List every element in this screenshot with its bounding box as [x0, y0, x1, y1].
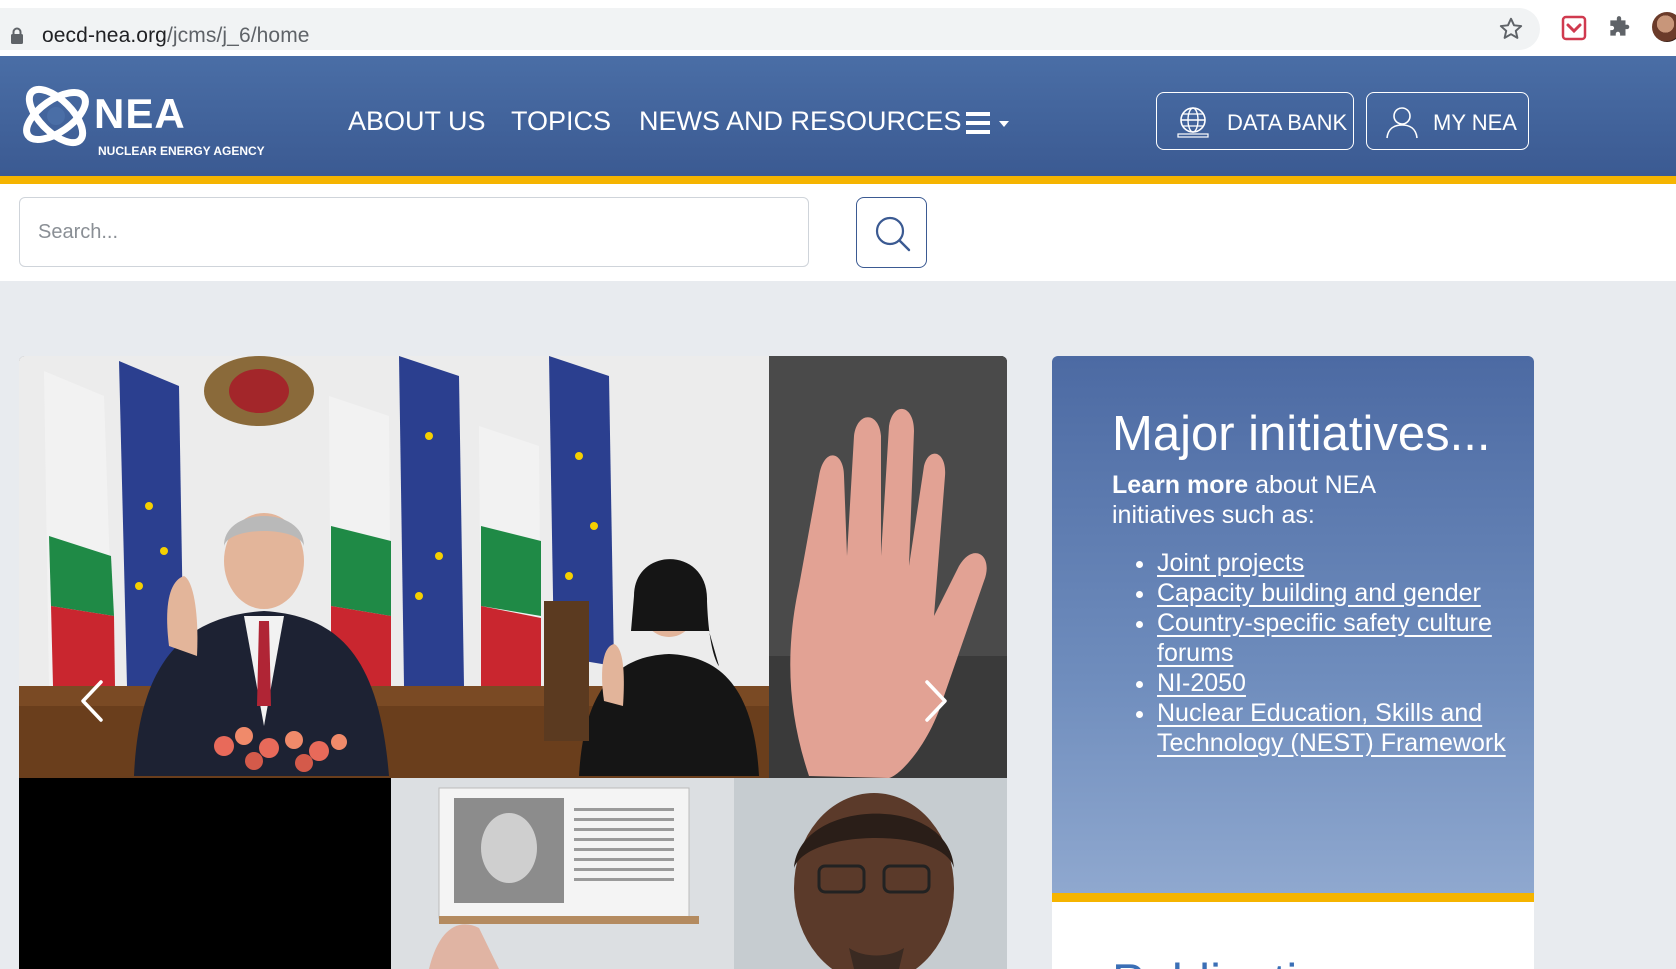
browser-toolbar: oecd-nea.org/jcms/j_6/home	[0, 0, 1676, 57]
major-initiatives-panel: Major initiatives... Learn more about NE…	[1052, 356, 1534, 902]
site-header: NEA NUCLEAR ENERGY AGENCY ABOUT US TOPIC…	[0, 56, 1676, 184]
profile-avatar[interactable]	[1652, 12, 1676, 42]
my-nea-label: MY NEA	[1433, 110, 1517, 135]
nea-logo[interactable]: NEA NUCLEAR ENERGY AGENCY	[18, 78, 265, 158]
nav-news-and-resources[interactable]: NEWS AND RESOURCES	[639, 106, 962, 137]
panel-title: Major initiatives...	[1112, 407, 1491, 461]
search-input[interactable]	[19, 197, 809, 267]
chevron-left-icon[interactable]	[77, 678, 107, 724]
data-bank-label: DATA BANK	[1227, 110, 1348, 135]
nav-about-us[interactable]: ABOUT US	[348, 106, 486, 137]
carousel-photo-meeting	[19, 778, 1007, 969]
carousel-photo-signing-ceremony	[19, 356, 1007, 778]
extensions-puzzle-icon[interactable]	[1606, 15, 1632, 41]
logo-title: NEA	[94, 90, 186, 137]
search-icon	[875, 216, 911, 252]
atom-logo-icon	[23, 85, 89, 147]
initiatives-list: Joint projects Capacity building and gen…	[1112, 548, 1537, 758]
list-item: Country-specific safety culture forums	[1157, 608, 1537, 668]
my-nea-button[interactable]: MY NEA	[1366, 92, 1529, 150]
logo-subtitle: NUCLEAR ENERGY AGENCY	[98, 144, 265, 158]
address-bar[interactable]: oecd-nea.org/jcms/j_6/home	[0, 8, 1540, 50]
link-capacity-building[interactable]: Capacity building and gender	[1157, 579, 1481, 607]
panel-intro: Learn more about NEA initiatives such as…	[1112, 470, 1472, 530]
globe-icon	[1177, 107, 1209, 138]
panel-intro-bold: Learn more	[1112, 471, 1249, 499]
list-item: Capacity building and gender	[1157, 578, 1537, 608]
hero-carousel[interactable]	[19, 356, 1007, 969]
chevron-right-icon[interactable]	[921, 678, 951, 724]
url-path: /jcms/j_6/home	[166, 24, 310, 47]
url-host: oecd-nea.org	[42, 24, 167, 47]
lock-icon	[11, 27, 23, 44]
star-icon[interactable]	[1498, 16, 1524, 42]
link-joint-projects[interactable]: Joint projects	[1157, 549, 1304, 577]
list-item: Joint projects	[1157, 548, 1537, 578]
list-item: Nuclear Education, Skills and Technology…	[1157, 698, 1537, 758]
list-item: NI-2050	[1157, 668, 1537, 698]
publications-heading[interactable]: Publications	[1112, 954, 1376, 969]
data-bank-button[interactable]: DATA BANK	[1156, 92, 1354, 150]
hamburger-icon[interactable]	[966, 110, 1014, 136]
link-nest-framework[interactable]: Nuclear Education, Skills and Technology…	[1157, 699, 1506, 757]
link-ni-2050[interactable]: NI-2050	[1157, 669, 1246, 697]
nav-topics[interactable]: TOPICS	[511, 106, 611, 137]
search-strip	[0, 184, 1676, 281]
publications-card: Publications	[1052, 902, 1534, 969]
pocket-extension-icon[interactable]	[1560, 14, 1588, 42]
link-safety-culture-forums[interactable]: Country-specific safety culture forums	[1157, 609, 1492, 667]
user-icon	[1386, 107, 1418, 139]
url-text[interactable]: oecd-nea.org/jcms/j_6/home	[42, 24, 310, 48]
search-button[interactable]	[856, 197, 927, 268]
